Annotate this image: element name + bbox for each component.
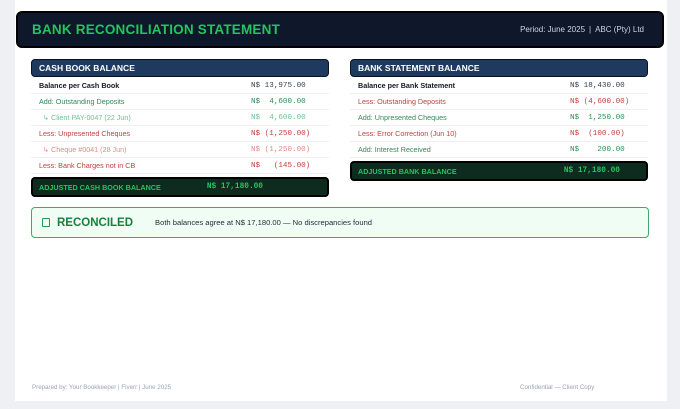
check-icon (42, 218, 50, 227)
report-title: BANK RECONCILIATION STATEMENT (32, 22, 281, 37)
cash-book-row-label: ↳ Client PAY-0047 (22 Jun) (43, 113, 131, 122)
bank-statement-row-label: Add: Interest Received (358, 145, 431, 154)
bank-statement-row: Add: Interest Received N$ 200.00 (350, 142, 648, 158)
cash-book-row: Add: Outstanding Deposits N$ 4,600.00 (31, 94, 329, 110)
report-period: Period: June 2025 (520, 25, 586, 34)
cash-book-row-label: Add: Outstanding Deposits (39, 97, 125, 106)
cash-book-title: CASH BOOK BALANCE (31, 59, 329, 77)
bank-statement-row: Less: Error Correction (Jun 10) N$ (100.0… (350, 126, 648, 142)
footer-confidential: Confidential — Client Copy (520, 384, 595, 391)
cash-book-row-label: ↳ Cheque #0041 (28 Jun) (43, 145, 127, 154)
meta-separator: | (589, 25, 592, 34)
bank-statement-row-label: Add: Unpresented Cheques (358, 113, 447, 122)
bank-statement-row-value: N$ 18,430.00 (570, 81, 625, 90)
cash-book-total-label: ADJUSTED CASH BOOK BALANCE (39, 182, 161, 192)
reconciled-banner: RECONCILED Both balances agree at N$ 17,… (31, 207, 649, 238)
cash-book-row-value: N$ 4,600.00 (251, 97, 306, 106)
bank-statement-row-value: N$ 1,250.00 (570, 113, 625, 122)
cash-book-row-value: N$ (1,250.00) (251, 145, 311, 154)
bank-statement-rows: Balance per Bank Statement N$ 18,430.00 Le… (350, 78, 648, 158)
cash-book-row-label: Less: Unpresented Cheques (39, 129, 131, 138)
bank-statement-total: ADJUSTED BANK BALANCE N$ 17,180.00 (350, 161, 648, 181)
footer-prepared-by: Prepared by: Your Bookkeeper | Fiverr | … (32, 384, 172, 391)
cash-book-row-value: N$ 13,975.00 (251, 81, 306, 90)
bank-statement-row-value: N$ (100.00) (570, 129, 625, 138)
bank-statement-total-label: ADJUSTED BANK BALANCE (358, 166, 457, 176)
cash-book-row: Less: Unpresented Cheques N$ (1,250.00) (31, 126, 329, 142)
cash-book-row-label: Balance per Cash Book (39, 81, 120, 90)
bank-statement-total-value: N$ 17,180.00 (563, 167, 620, 175)
reconciled-status: RECONCILED (57, 216, 134, 229)
cash-book-row-label: Less: Bank Charges not in CB (39, 161, 136, 170)
cash-book-rows: Balance per Cash Book N$ 13,975.00 Add: Ou… (31, 78, 329, 174)
cash-book-total-value: N$ 17,180.00 (206, 183, 263, 191)
cash-book-panel: CASH BOOK BALANCE Balance per Cash Book N… (31, 59, 329, 197)
cash-book-row-value: N$ (1,250.00) (251, 129, 311, 138)
bank-statement-row: Less: Outstanding Deposits N$ (4,600.00) (350, 94, 648, 110)
bank-statement-row-label: Less: Outstanding Deposits (358, 97, 446, 106)
bank-statement-row-value: N$ 200.00 (570, 145, 625, 154)
bank-statement-row-label: Less: Error Correction (Jun 10) (358, 129, 457, 138)
bank-statement-row: Add: Unpresented Cheques N$ 1,250.00 (350, 110, 648, 126)
cash-book-total: ADJUSTED CASH BOOK BALANCE N$ 17,180.00 (31, 177, 329, 197)
report-header: BANK RECONCILIATION STATEMENT Period: Ju… (16, 11, 664, 48)
cash-book-row-value: N$ 4,600.00 (251, 113, 306, 122)
cash-book-row: Less: Bank Charges not in CB N$ (145.00) (31, 158, 329, 174)
bank-statement-row: Balance per Bank Statement N$ 18,430.00 (350, 78, 648, 94)
bank-statement-row-label: Balance per Bank Statement (358, 81, 456, 90)
cash-book-row: ↳ Cheque #0041 (28 Jun) N$ (1,250.00) (31, 142, 329, 158)
report-meta: Period: June 2025 | ABC (Pty) Ltd (520, 25, 644, 34)
cash-book-row: Balance per Cash Book N$ 13,975.00 (31, 78, 329, 94)
bank-statement-row-value: N$ (4,600.00) (570, 97, 630, 106)
cash-book-row: ↳ Client PAY-0047 (22 Jun) N$ 4,600.00 (31, 110, 329, 126)
company-name: ABC (Pty) Ltd (595, 25, 644, 34)
bank-statement-title: BANK STATEMENT BALANCE (350, 59, 648, 77)
cash-book-row-value: N$ (145.00) (251, 161, 311, 170)
reconciled-message: Both balances agree at N$ 17,180.00 — No… (155, 218, 373, 227)
bank-statement-panel: BANK STATEMENT BALANCE Balance per Bank … (350, 59, 648, 181)
